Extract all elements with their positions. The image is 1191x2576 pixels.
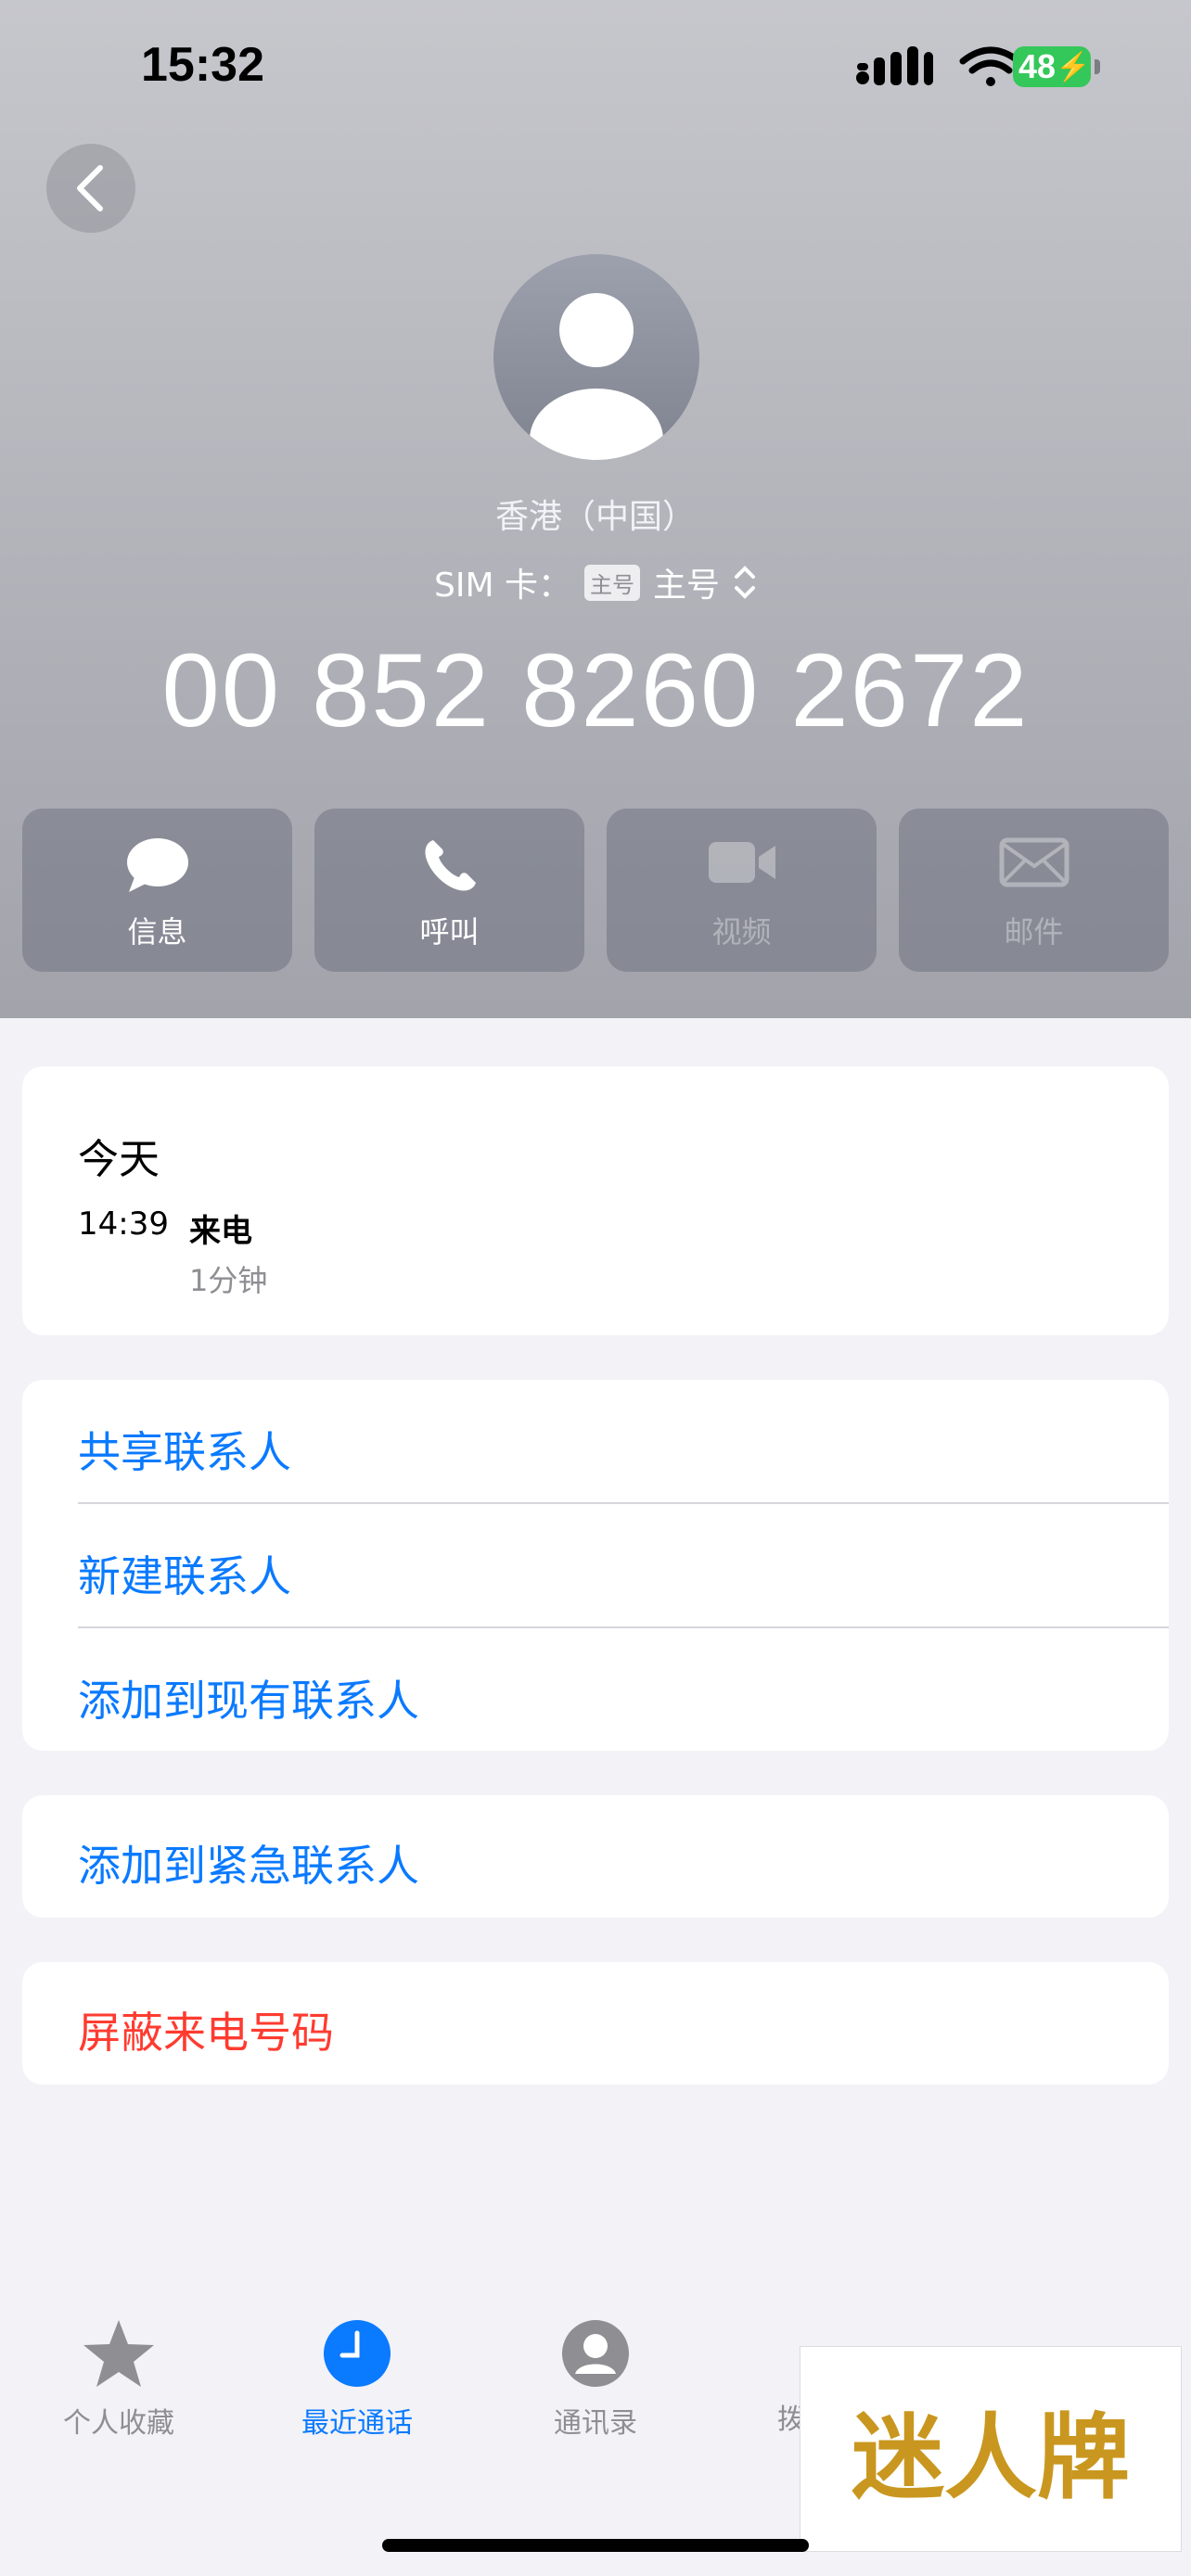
divider	[78, 1502, 1169, 1504]
phone-icon	[424, 840, 476, 891]
back-button[interactable]	[46, 144, 135, 233]
tab-keypad[interactable]: 拨	[698, 2318, 805, 2437]
chevron-up-down-icon	[735, 566, 755, 599]
battery-level: 48	[1018, 47, 1057, 85]
block-card: 屏蔽来电号码	[22, 1962, 1169, 2085]
wifi-icon	[959, 46, 1022, 86]
tab-contacts[interactable]: 通讯录	[503, 2318, 688, 2441]
divider	[78, 1626, 1169, 1628]
call-type: 来电	[189, 1213, 252, 1250]
call-duration: 1分钟	[189, 1263, 268, 1298]
mail-button[interactable]: 邮件	[899, 809, 1169, 972]
clock-icon	[324, 2320, 391, 2387]
person-silhouette-icon	[530, 293, 663, 460]
contact-header: 15:32 48 ⚡ 香港（中国） SIM 卡： 主号 主号 00 852 82…	[0, 0, 1191, 1018]
battery-cap	[1095, 59, 1100, 74]
charging-icon: ⚡	[1056, 51, 1091, 83]
tab-favorites-label: 个人收藏	[63, 2407, 174, 2440]
avatar	[493, 254, 699, 460]
message-button[interactable]: 信息	[22, 809, 292, 972]
add-to-existing-contact-button[interactable]: 添加到现有联系人	[78, 1667, 419, 1728]
watermark-logo: 迷人牌	[800, 2346, 1182, 2552]
tab-recents-label: 最近通话	[301, 2407, 413, 2440]
recent-calls-date: 今天	[78, 1136, 160, 1183]
share-contact-button[interactable]: 共享联系人	[78, 1419, 291, 1480]
tab-keypad-label: 拨	[777, 2404, 805, 2436]
message-icon	[126, 838, 188, 892]
recent-calls-card: 今天 14:39 来电 1分钟	[22, 1066, 1169, 1335]
signal-icon	[856, 46, 933, 85]
add-emergency-contact-button[interactable]: 添加到紧急联系人	[78, 1832, 419, 1894]
call-button[interactable]: 呼叫	[314, 809, 584, 972]
sim-badge: 主号	[583, 564, 640, 601]
home-indicator	[382, 2539, 809, 2552]
chevron-left-icon	[77, 165, 103, 211]
sim-value: 主号	[652, 567, 720, 605]
block-caller-button[interactable]: 屏蔽来电号码	[78, 1999, 334, 2060]
tab-favorites[interactable]: 个人收藏	[26, 2318, 211, 2441]
emergency-card: 添加到紧急联系人	[22, 1795, 1169, 1918]
new-contact-button[interactable]: 新建联系人	[78, 1543, 291, 1604]
phone-number: 00 852 8260 2672	[161, 632, 1030, 748]
mail-label: 邮件	[1004, 914, 1064, 950]
mail-icon	[999, 837, 1069, 887]
status-time: 15:32	[141, 38, 264, 92]
call-label: 呼叫	[419, 914, 480, 950]
contact-location: 香港（中国）	[494, 498, 696, 536]
keypad-icon	[698, 2318, 790, 2389]
tab-contacts-label: 通讯录	[554, 2407, 637, 2440]
star-icon	[83, 2320, 154, 2387]
action-bar: 信息 呼叫 视频 邮件	[22, 809, 1169, 972]
battery-indicator: 48 ⚡	[1013, 46, 1091, 87]
contact-actions-card: 共享联系人 新建联系人 添加到现有联系人	[22, 1380, 1169, 1751]
video-icon	[708, 842, 775, 883]
person-circle-icon	[562, 2320, 629, 2387]
message-label: 信息	[127, 914, 187, 950]
video-button[interactable]: 视频	[607, 809, 877, 972]
video-label: 视频	[711, 914, 772, 950]
call-time: 14:39	[78, 1205, 169, 1243]
tab-recents[interactable]: 最近通话	[264, 2318, 450, 2441]
sim-label: SIM 卡：	[434, 567, 571, 605]
sim-selector[interactable]: SIM 卡： 主号 主号	[0, 558, 1191, 606]
